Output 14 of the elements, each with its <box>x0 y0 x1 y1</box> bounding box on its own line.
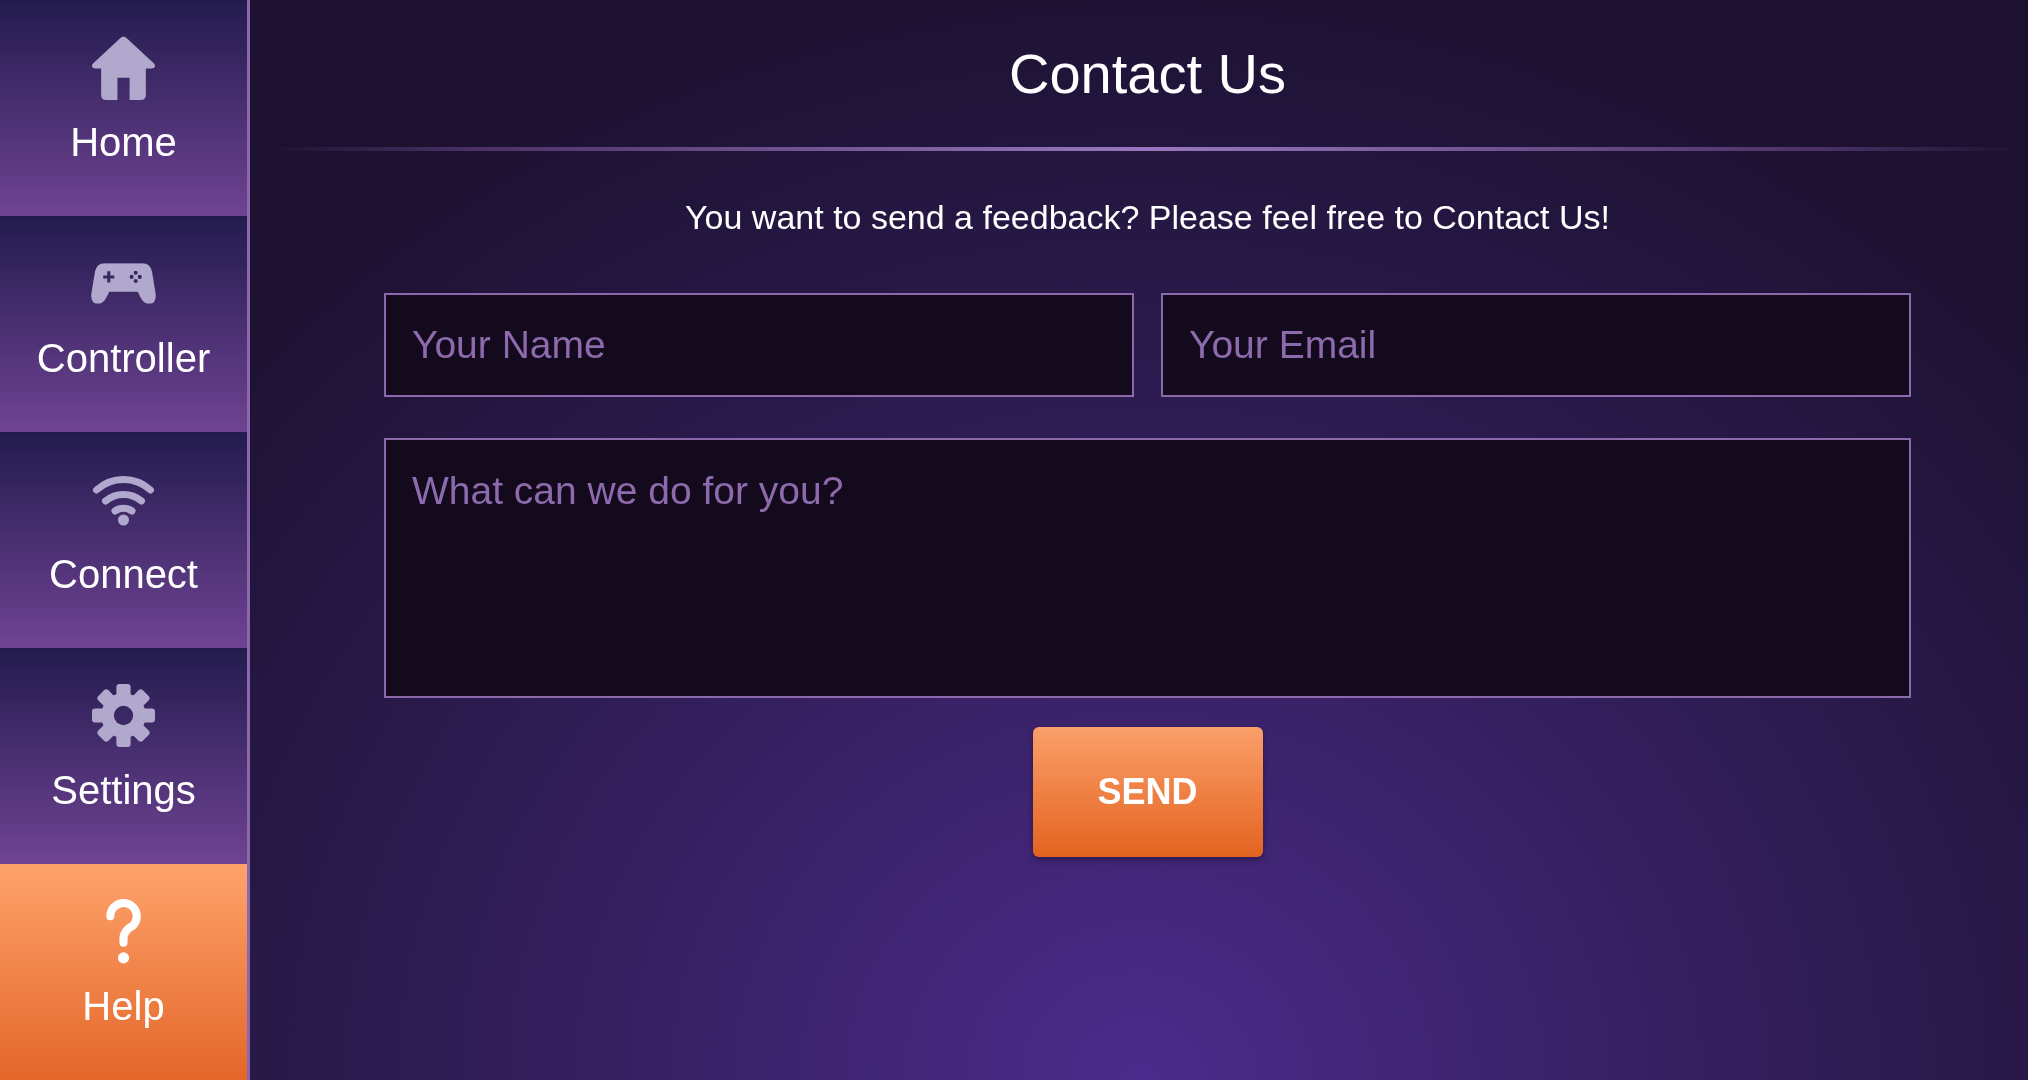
question-mark-icon <box>106 899 141 964</box>
name-field[interactable]: Your Name <box>384 293 1134 397</box>
sidebar-item[interactable]: Connect <box>0 432 247 648</box>
email-field[interactable]: Your Email <box>1161 293 1911 397</box>
gamepad-icon <box>91 263 156 304</box>
page-title: Contact Us <box>1008 41 1287 107</box>
sidebar-item[interactable]: Home <box>0 0 247 216</box>
message-field[interactable]: What can we do for you? <box>384 438 1911 698</box>
gear-icon <box>91 683 156 748</box>
intro-text: You want to send a feedback? Please feel free to Contact Us! <box>684 197 1611 238</box>
wifi-icon <box>91 473 156 526</box>
home-icon <box>91 35 156 100</box>
sidebar-item[interactable]: Settings <box>0 648 247 864</box>
sidebar-item[interactable]: Controller <box>0 216 247 432</box>
